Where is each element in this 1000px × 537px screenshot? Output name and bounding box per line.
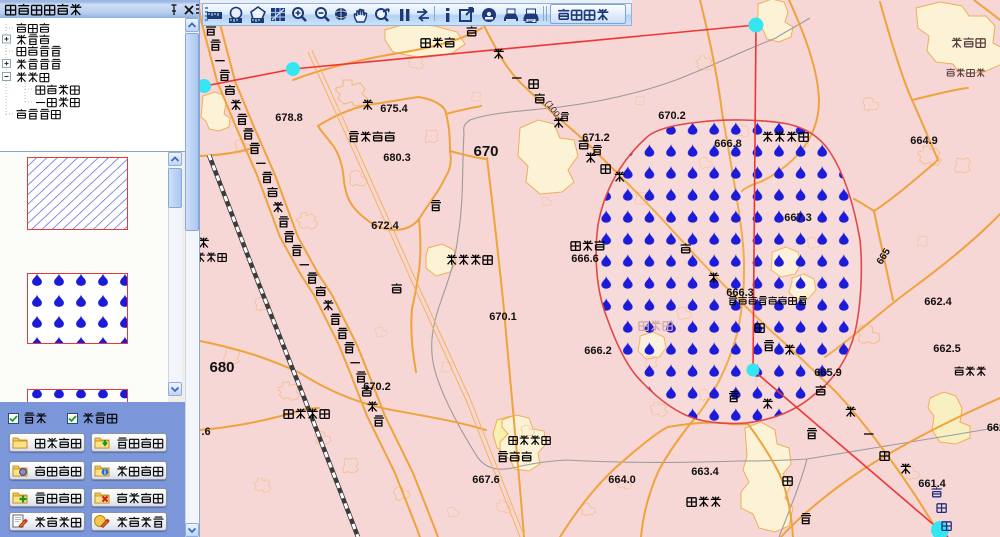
svg-text:670.1: 670.1 <box>489 311 517 323</box>
svg-text:670: 670 <box>473 143 498 160</box>
svg-text:670.2: 670.2 <box>658 110 686 122</box>
svg-text:667.3: 667.3 <box>784 212 812 224</box>
svg-text:678.8: 678.8 <box>275 112 303 124</box>
svg-text:667.6: 667.6 <box>472 474 500 486</box>
svg-text:666.2: 666.2 <box>584 345 612 357</box>
svg-text:671.2: 671.2 <box>582 132 610 144</box>
svg-text:666.6: 666.6 <box>571 253 599 265</box>
svg-text:i: i <box>104 470 106 477</box>
svg-text:662.5: 662.5 <box>933 343 961 355</box>
svg-text:680.3: 680.3 <box>383 152 411 164</box>
svg-text:662.4: 662.4 <box>924 296 952 308</box>
svg-text:662: 662 <box>987 422 1000 434</box>
svg-text:665.9: 665.9 <box>814 367 842 379</box>
svg-text:675.4: 675.4 <box>380 103 408 115</box>
svg-text:661.4: 661.4 <box>918 478 946 490</box>
svg-text:664.9: 664.9 <box>910 135 938 147</box>
svg-text:664.0: 664.0 <box>608 474 636 486</box>
svg-text:680: 680 <box>209 359 234 376</box>
svg-text:672.4: 672.4 <box>371 220 399 232</box>
svg-text:666.8: 666.8 <box>714 138 742 150</box>
svg-text:.6: .6 <box>201 426 210 438</box>
svg-text:663.4: 663.4 <box>691 466 719 478</box>
